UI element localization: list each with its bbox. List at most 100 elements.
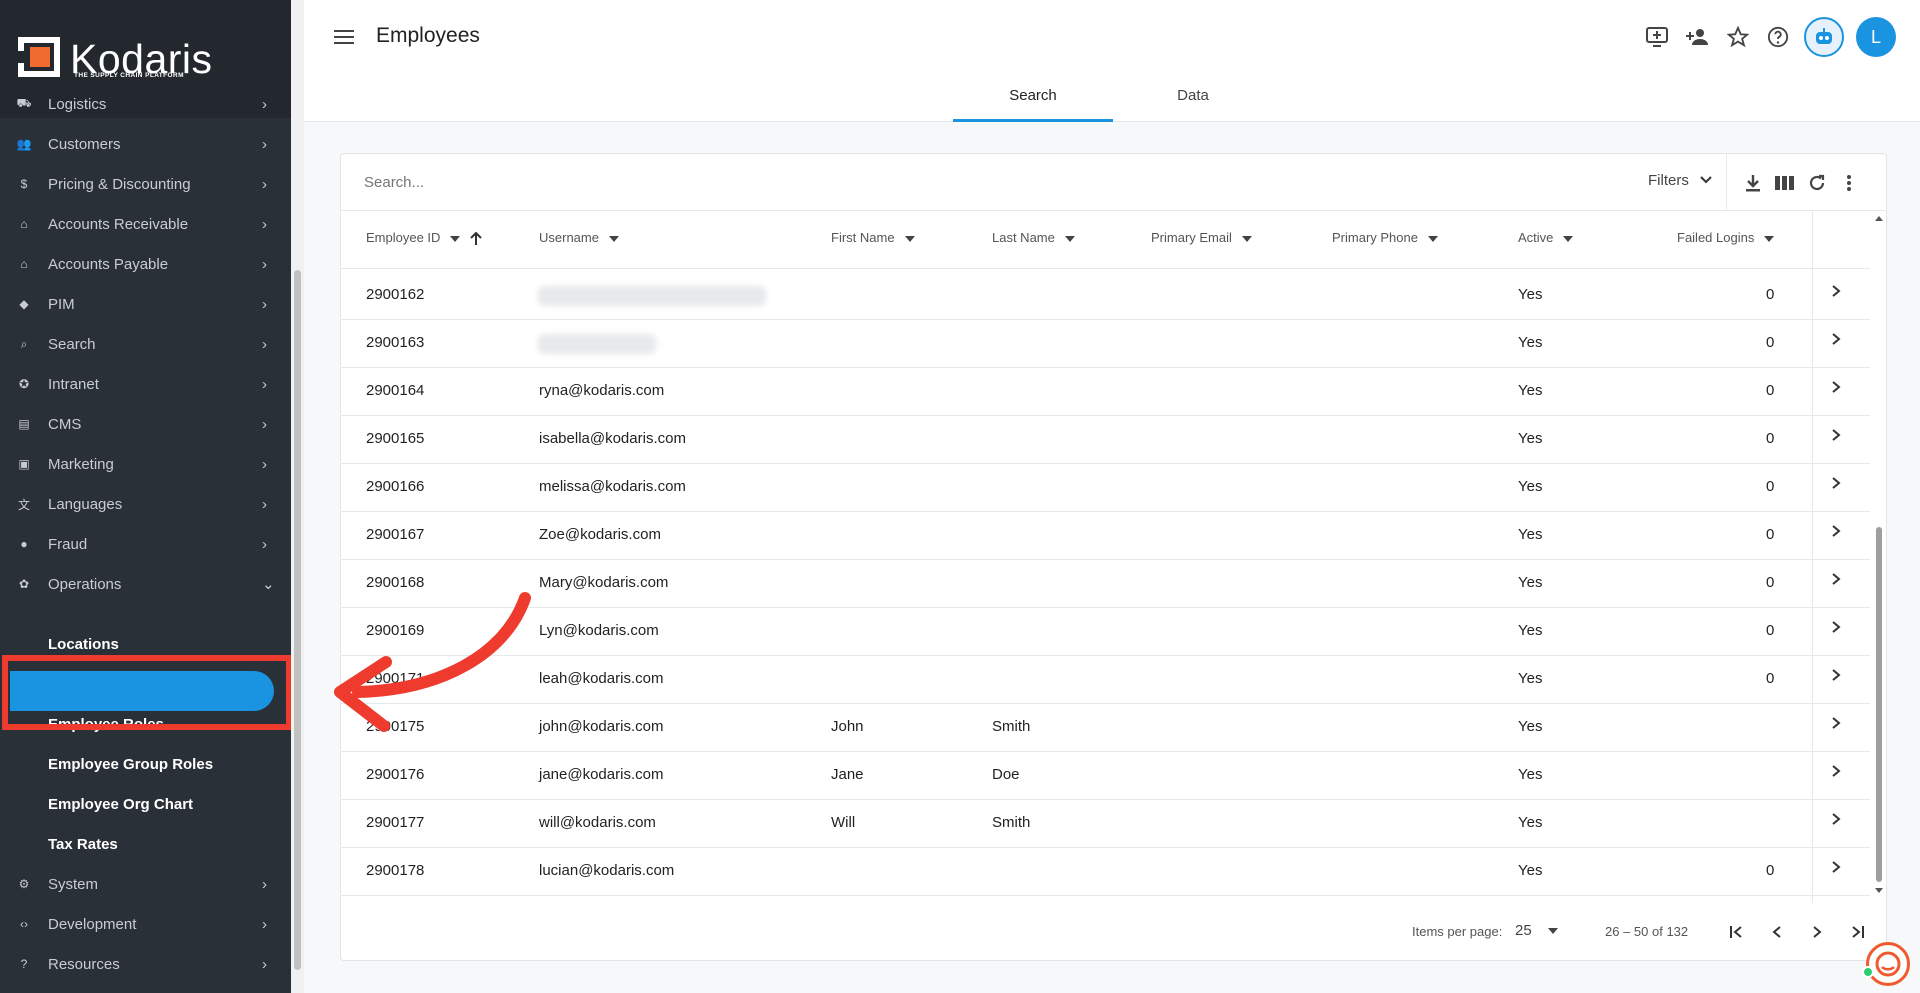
table-row[interactable]: 2900175 john@kodaris.com John Smith Yes (340, 704, 1870, 752)
page-size-select[interactable]: 25 (1515, 922, 1558, 939)
sidebar-item-customers[interactable]: 👥 Customers › (0, 124, 291, 164)
star-icon[interactable] (1725, 24, 1751, 50)
sidebar-scrollbar-thumb[interactable] (294, 270, 301, 970)
sidebar-item-cms[interactable]: ▤ CMS › (0, 404, 291, 444)
filters-dropdown[interactable]: Filters (1648, 172, 1713, 189)
header-divider (340, 268, 1870, 269)
chat-support-icon[interactable] (1866, 942, 1910, 986)
cell-active: Yes (1518, 526, 1543, 543)
table-row[interactable]: 2900169 Lyn@kodaris.com Yes 0 (340, 608, 1870, 656)
cell-username: isabella@kodaris.com (539, 430, 686, 447)
cell-username: lucian@kodaris.com (539, 862, 675, 879)
sidebar-item-system[interactable]: ⚙ System › (0, 864, 291, 904)
tab-data[interactable]: Data (1113, 72, 1273, 122)
sidebar-subitem-employee-org-chart[interactable]: Employee Org Chart (0, 784, 291, 824)
sidebar-subitem-label: Locations (48, 635, 119, 653)
last-page-icon[interactable] (1843, 918, 1871, 946)
assistant-bot-icon[interactable] (1804, 17, 1844, 57)
sidebar-item-fraud[interactable]: ● Fraud › (0, 524, 291, 564)
col-header-failed-logins[interactable]: Failed Logins (1677, 230, 1775, 245)
scroll-up-icon[interactable] (1874, 214, 1884, 222)
redacted-username (538, 334, 656, 354)
table-row[interactable]: 2900163 Yes 0 (340, 320, 1870, 368)
sidebar-item-search[interactable]: ⌕ Search › (0, 324, 291, 364)
sidebar-subitem-tax-rates[interactable]: Tax Rates (0, 824, 291, 864)
sidebar-item-pim[interactable]: ◆ PIM › (0, 284, 291, 324)
table-row[interactable]: 2900166 melissa@kodaris.com Yes 0 (340, 464, 1870, 512)
col-header-last-name[interactable]: Last Name (992, 230, 1075, 245)
sidebar-item-operations[interactable]: ✿ Operations ⌄ (0, 564, 291, 604)
help-icon[interactable] (1765, 24, 1791, 50)
chevron-right-icon[interactable] (1831, 812, 1841, 831)
chevron-right-icon[interactable] (1831, 716, 1841, 735)
sidebar-item-pricing-discounting[interactable]: $ Pricing & Discounting › (0, 164, 291, 204)
table-row[interactable]: 2900177 will@kodaris.com Will Smith Yes (340, 800, 1870, 848)
table-scrollbar-thumb[interactable] (1876, 527, 1882, 882)
menu-icon[interactable] (334, 28, 354, 46)
chevron-right-icon[interactable] (1831, 572, 1841, 591)
sidebar-item-resources[interactable]: ? Resources › (0, 944, 291, 984)
sidebar-subitem-employee-group-roles[interactable]: Employee Group Roles (0, 744, 291, 784)
cell-employee-id: 2900165 (366, 430, 425, 447)
cell-employee-id: 2900168 (366, 574, 425, 591)
sidebar-item-logistics[interactable]: ⛟ Logistics › (0, 84, 291, 124)
filters-label: Filters (1648, 172, 1689, 189)
add-person-icon[interactable] (1685, 24, 1711, 50)
chevron-right-icon[interactable] (1831, 620, 1841, 639)
chevron-right-icon[interactable] (1831, 284, 1841, 303)
tab-search[interactable]: Search (953, 72, 1113, 122)
chevron-right-icon[interactable] (1831, 524, 1841, 543)
screen-share-icon[interactable] (1644, 24, 1670, 50)
refresh-icon[interactable] (1806, 172, 1828, 194)
col-header-username[interactable]: Username (539, 230, 619, 245)
sort-caret-icon (450, 235, 461, 242)
first-page-icon[interactable] (1723, 918, 1751, 946)
sort-caret-icon (1241, 235, 1252, 242)
previous-page-icon[interactable] (1763, 918, 1791, 946)
user-avatar[interactable]: L (1856, 17, 1896, 57)
chevron-right-icon[interactable] (1831, 668, 1841, 687)
chevron-right-icon[interactable] (1831, 428, 1841, 447)
sidebar-item-accounts-payable[interactable]: ⌂ Accounts Payable › (0, 244, 291, 284)
chevron-right-icon[interactable] (1831, 860, 1841, 879)
table-row[interactable]: 2900176 jane@kodaris.com Jane Doe Yes (340, 752, 1870, 800)
download-icon[interactable] (1742, 172, 1764, 194)
chevron-right-icon: › (262, 135, 267, 153)
col-header-primary-email[interactable]: Primary Email (1151, 230, 1252, 245)
search-input[interactable] (364, 170, 1064, 194)
chevron-right-icon[interactable] (1831, 476, 1841, 495)
sidebar-subitem-label: Employee Group Roles (48, 755, 214, 773)
table-row[interactable]: 2900178 lucian@kodaris.com Yes 0 (340, 848, 1870, 896)
sidebar-item-label: PIM (48, 295, 75, 313)
page-size-value: 25 (1515, 922, 1532, 939)
col-header-active[interactable]: Active (1518, 230, 1574, 245)
table-row[interactable]: 2900171 leah@kodaris.com Yes 0 (340, 656, 1870, 704)
next-page-icon[interactable] (1803, 918, 1831, 946)
cell-active: Yes (1518, 334, 1543, 351)
chevron-right-icon[interactable] (1831, 764, 1841, 783)
chevron-right-icon[interactable] (1831, 380, 1841, 399)
sidebar-item-languages[interactable]: 文 Languages › (0, 484, 291, 524)
col-header-first-name[interactable]: First Name (831, 230, 915, 245)
table-row[interactable]: 2900162 Yes 0 (340, 272, 1870, 320)
chevron-right-icon: › (262, 495, 267, 513)
table-row[interactable]: 2900164 ryna@kodaris.com Yes 0 (340, 368, 1870, 416)
cell-username: jane@kodaris.com (539, 766, 664, 783)
table-row[interactable]: 2900167 Zoe@kodaris.com Yes 0 (340, 512, 1870, 560)
cell-first-name: Will (831, 814, 856, 831)
scroll-down-icon[interactable] (1874, 887, 1884, 895)
table-row[interactable]: 2900165 isabella@kodaris.com Yes 0 (340, 416, 1870, 464)
chevron-right-icon[interactable] (1831, 332, 1841, 351)
sidebar-item-label: Pricing & Discounting (48, 175, 191, 193)
cell-active: Yes (1518, 478, 1543, 495)
sidebar-item-marketing[interactable]: ▣ Marketing › (0, 444, 291, 484)
col-header-employee-id[interactable]: Employee ID (366, 230, 482, 246)
operations-icon: ✿ (18, 577, 30, 591)
sidebar-item-accounts-receivable[interactable]: ⌂ Accounts Receivable › (0, 204, 291, 244)
col-header-primary-phone[interactable]: Primary Phone (1332, 230, 1438, 245)
table-row[interactable]: 2900168 Mary@kodaris.com Yes 0 (340, 560, 1870, 608)
more-options-icon[interactable] (1838, 172, 1860, 194)
columns-icon[interactable] (1774, 172, 1796, 194)
sidebar-item-intranet[interactable]: ✪ Intranet › (0, 364, 291, 404)
sidebar-item-development[interactable]: ‹› Development › (0, 904, 291, 944)
